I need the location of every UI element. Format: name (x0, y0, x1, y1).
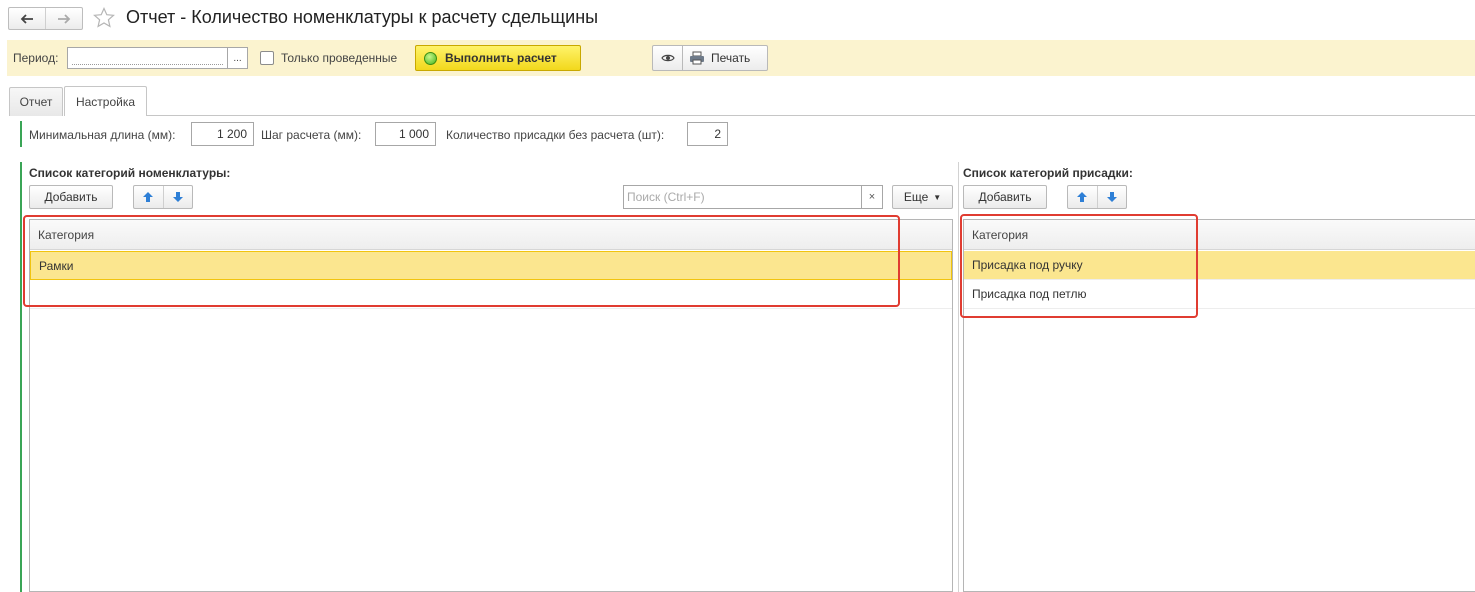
count-field[interactable]: 2 (687, 122, 728, 146)
star-icon[interactable] (92, 6, 116, 30)
period-input[interactable] (68, 48, 227, 68)
left-move-up-button[interactable] (134, 186, 163, 208)
arrow-right-icon (58, 13, 71, 24)
right-add-button[interactable]: Добавить (963, 185, 1047, 209)
min-length-field[interactable]: 1 200 (191, 122, 254, 146)
right-move-buttons (1067, 185, 1127, 209)
panel-separator (958, 162, 959, 592)
eye-icon (660, 54, 675, 62)
forward-button[interactable] (45, 8, 82, 29)
period-field[interactable] (67, 47, 228, 69)
arrow-up-icon (143, 192, 154, 202)
count-label: Количество присадки без расчета (шт): (446, 128, 665, 142)
clear-search-button[interactable]: × (861, 185, 883, 209)
left-group-bar (20, 162, 22, 592)
arrow-down-icon (172, 192, 183, 202)
more-button[interactable]: Еще ▼ (892, 185, 953, 209)
printer-icon (690, 51, 704, 65)
only-posted-checkbox[interactable] (260, 51, 274, 65)
back-button[interactable] (9, 8, 45, 29)
step-label: Шаг расчета (мм): (261, 128, 362, 142)
run-calculation-label: Выполнить расчет (445, 51, 557, 65)
tab-settings[interactable]: Настройка (64, 86, 147, 116)
step-field[interactable]: 1 000 (375, 122, 436, 146)
min-length-label: Минимальная длина (мм): (29, 128, 176, 142)
page-title: Отчет - Количество номенклатуры к расчет… (126, 7, 599, 27)
left-add-button[interactable]: Добавить (29, 185, 113, 209)
left-list-title: Список категорий номенклатуры: (29, 166, 231, 180)
left-search-field[interactable] (623, 185, 861, 209)
tab-divider (147, 115, 1475, 116)
right-move-down-button[interactable] (1096, 186, 1127, 208)
arrow-up-icon (1077, 192, 1088, 202)
right-move-up-button[interactable] (1068, 186, 1097, 208)
right-list-title: Список категорий присадки: (963, 166, 1133, 180)
period-select-button[interactable]: ... (228, 47, 248, 69)
run-calculation-button[interactable]: Выполнить расчет (415, 45, 581, 71)
arrow-left-icon (20, 13, 33, 24)
print-button[interactable]: Печать (682, 45, 768, 71)
more-label: Еще (903, 190, 929, 204)
only-posted-label[interactable]: Только проведенные (281, 51, 397, 65)
preview-button[interactable] (652, 45, 683, 71)
left-highlight-box (23, 215, 900, 307)
print-label: Печать (711, 51, 751, 65)
right-highlight-box (960, 214, 1198, 318)
params-group-bar (20, 121, 22, 147)
left-search-input[interactable] (624, 186, 861, 208)
green-circle-icon (424, 51, 437, 65)
period-label: Период: (13, 51, 59, 65)
navigation-buttons (8, 7, 83, 30)
left-move-down-button[interactable] (162, 186, 193, 208)
tab-report[interactable]: Отчет (9, 87, 63, 116)
chevron-down-icon: ▼ (933, 192, 942, 202)
arrow-down-icon (1106, 192, 1117, 202)
left-move-buttons (133, 185, 193, 209)
